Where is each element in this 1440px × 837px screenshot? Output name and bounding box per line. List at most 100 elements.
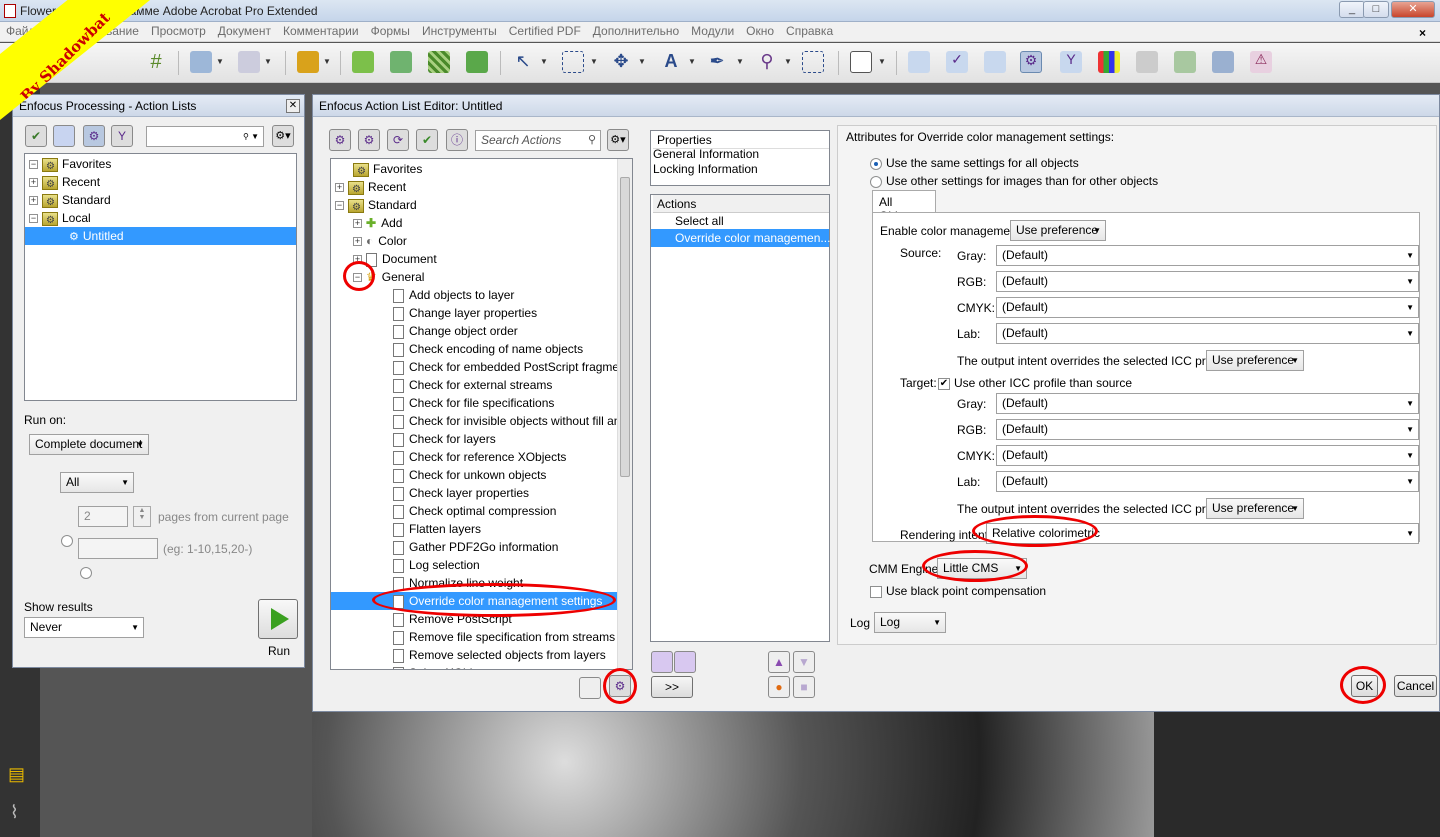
export-icon[interactable] xyxy=(1174,51,1196,73)
show-results-select[interactable]: Never ▼ xyxy=(24,617,144,638)
radio-other-settings[interactable]: Use other settings for images than for o… xyxy=(870,174,1158,188)
action-item[interactable]: Change layer properties xyxy=(331,304,617,322)
chevron-down-icon[interactable]: ▼ xyxy=(590,57,598,66)
tree-item-favorites[interactable]: Favorites xyxy=(331,160,422,181)
scrollbar-thumb[interactable] xyxy=(620,177,630,477)
move-right-button[interactable]: >> xyxy=(651,676,693,698)
collapse-icon[interactable]: − xyxy=(29,214,38,224)
maximize-button[interactable]: □ xyxy=(1363,1,1389,18)
chevron-down-icon[interactable]: ▼ xyxy=(540,57,548,66)
edit-action-icon[interactable]: ⚙ xyxy=(358,129,380,151)
menu-comments[interactable]: Комментарии xyxy=(277,22,365,40)
pattern-icon[interactable] xyxy=(428,51,450,73)
chevron-down-icon[interactable]: ▼ xyxy=(784,57,792,66)
action-item[interactable]: Remove selected objects from layers xyxy=(331,646,617,664)
record-icon[interactable]: ● xyxy=(768,676,790,698)
pages-from-radio[interactable] xyxy=(61,534,73,547)
gear-icon[interactable]: ⚙ xyxy=(83,125,105,147)
info-action-icon[interactable]: ⓘ xyxy=(446,129,468,151)
chevron-down-icon[interactable]: ▼ xyxy=(638,57,646,66)
ok-button[interactable]: OK xyxy=(1351,675,1378,697)
actions-item-select-all[interactable]: Select all xyxy=(651,212,829,230)
color-swatch-icon[interactable] xyxy=(1098,51,1120,73)
rotate-left-icon[interactable] xyxy=(190,51,212,73)
tree-item-recent[interactable]: + Recent xyxy=(29,173,294,194)
minimize-button[interactable]: _ xyxy=(1339,1,1365,18)
radio-button[interactable] xyxy=(870,157,882,170)
chevron-down-icon[interactable]: ▼ xyxy=(323,57,331,66)
run-button[interactable] xyxy=(258,599,298,639)
collapse-icon[interactable]: − xyxy=(335,201,344,211)
chevron-down-icon[interactable]: ▼ xyxy=(736,57,744,66)
expand-icon[interactable]: + xyxy=(353,255,362,265)
expand-icon[interactable]: + xyxy=(29,196,38,206)
tab-all-objects[interactable]: All Objects xyxy=(872,190,936,223)
collapse-icon[interactable]: − xyxy=(353,273,362,283)
action-item[interactable]: Normalize line weight xyxy=(331,574,617,592)
menu-close-icon[interactable]: × xyxy=(1413,24,1432,42)
search-actions-input[interactable]: Search Actions ⚲ xyxy=(475,130,601,151)
run-on-select[interactable]: Complete document ▼ xyxy=(29,434,149,455)
properties-item-general[interactable]: General Information xyxy=(653,147,759,162)
page-range-radio[interactable] xyxy=(80,566,93,579)
chevron-down-icon[interactable]: ▼ xyxy=(264,57,272,66)
layers-icon[interactable] xyxy=(466,51,488,73)
source-profile-select[interactable]: (Default) ▼ xyxy=(996,245,1419,266)
source-profile-select[interactable]: (Default) ▼ xyxy=(996,271,1419,292)
chevron-down-icon[interactable]: ▼ xyxy=(688,57,696,66)
action-item[interactable]: Change object order xyxy=(331,322,617,340)
black-point-checkbox[interactable]: Use black point compensation xyxy=(870,584,1046,598)
actions-item-override[interactable]: Override color managemen... xyxy=(651,229,830,247)
options-gear-icon[interactable]: ⚙▾ xyxy=(607,129,629,151)
collapse-icon[interactable]: − xyxy=(29,160,38,170)
check-action-icon[interactable]: ✔ xyxy=(416,129,438,151)
move-up-icon[interactable]: ▲ xyxy=(768,651,790,673)
menu-view[interactable]: Просмотр xyxy=(145,22,212,40)
gear-icon[interactable]: ⚙ xyxy=(329,129,351,151)
panel-close-icon[interactable]: ✕ xyxy=(286,99,300,113)
action-item[interactable]: Add objects to layer xyxy=(331,286,617,304)
action-item[interactable]: Check for embedded PostScript fragments xyxy=(331,358,632,376)
target-output-intent-select[interactable]: Use preference ▼ xyxy=(1206,498,1304,519)
radio-button[interactable] xyxy=(870,175,882,188)
filter-icon[interactable]: Y xyxy=(1060,51,1082,73)
action-item[interactable]: Check for invisible objects without fill… xyxy=(331,412,630,430)
refresh-action-icon[interactable]: ⟳ xyxy=(387,129,409,151)
enable-cm-select[interactable]: Use preference ▼ xyxy=(1010,220,1106,241)
globe-icon[interactable] xyxy=(984,51,1006,73)
action-item[interactable]: Check for external streams xyxy=(331,376,617,394)
menu-advanced[interactable]: Дополнительно xyxy=(587,22,685,40)
target-profile-select[interactable]: (Default) ▼ xyxy=(996,419,1419,440)
add-action-gear-icon[interactable]: ⚙ xyxy=(609,675,631,697)
spinner-icon[interactable]: ▲ ▼ xyxy=(133,506,151,527)
comments-icon[interactable]: ▤ xyxy=(8,764,25,785)
options-gear-icon[interactable]: ⚙▾ xyxy=(272,125,294,147)
source-output-intent-select[interactable]: Use preference ▼ xyxy=(1206,350,1304,371)
envelope-icon[interactable] xyxy=(390,51,412,73)
stop-icon[interactable]: ■ xyxy=(793,676,815,698)
checkbox-checked-icon[interactable]: ✔ xyxy=(938,377,950,390)
tree-item-color[interactable]: + ◐ Color xyxy=(331,232,407,250)
page-icon[interactable] xyxy=(850,51,872,73)
print-icon[interactable] xyxy=(1136,51,1158,73)
expand-icon[interactable]: + xyxy=(353,219,362,229)
tree-item-untitled[interactable]: ⚙ Untitled xyxy=(25,227,296,245)
chevron-down-icon[interactable]: ▼ xyxy=(878,57,886,66)
action-item[interactable]: Check for layers xyxy=(331,430,617,448)
cancel-button[interactable]: Cancel xyxy=(1394,675,1437,697)
page-range-input[interactable] xyxy=(78,538,158,559)
tree-scrollbar[interactable] xyxy=(617,159,632,669)
pen-icon[interactable]: ✒ xyxy=(706,51,728,73)
menu-window[interactable]: Окно xyxy=(740,22,780,40)
move-down-icon[interactable]: ▼ xyxy=(793,651,815,673)
source-profile-select[interactable]: (Default) ▼ xyxy=(996,323,1419,344)
menu-forms[interactable]: Формы xyxy=(365,22,416,40)
action-item[interactable]: Log selection xyxy=(331,556,617,574)
log-select[interactable]: Log ▼ xyxy=(874,612,946,633)
action-item[interactable]: Check for reference XObjects xyxy=(331,448,617,466)
filter-icon[interactable]: Y xyxy=(111,125,133,147)
target-profile-select[interactable]: (Default) ▼ xyxy=(996,393,1419,414)
grid-icon[interactable]: # xyxy=(145,51,167,73)
action-item[interactable]: Remove PostScript xyxy=(331,610,617,628)
close-button[interactable]: ✕ xyxy=(1391,1,1435,18)
